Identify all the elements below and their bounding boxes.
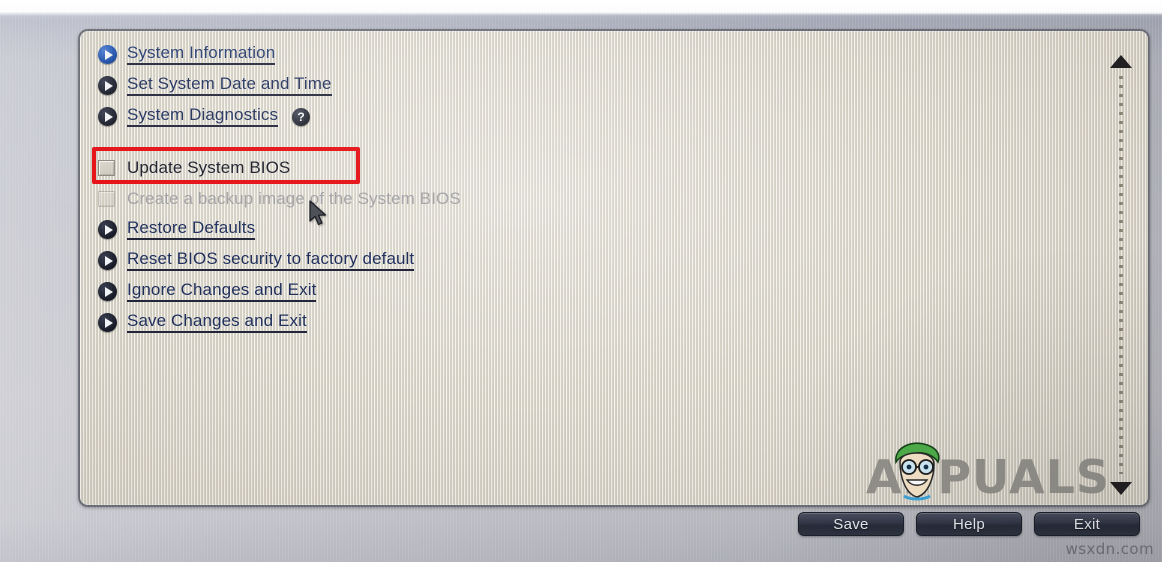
menu-item-set-system-date-and-time[interactable]: Set System Date and Time bbox=[94, 70, 994, 101]
bios-main-panel: System Information Set System Date and T… bbox=[78, 29, 1150, 507]
menu-item-label: System Information bbox=[127, 43, 276, 65]
menu-item-label: Restore Defaults bbox=[127, 218, 256, 240]
checkbox-icon bbox=[98, 190, 115, 207]
save-button[interactable]: Save bbox=[798, 512, 904, 536]
play-bullet-icon bbox=[98, 282, 117, 301]
menu-item-system-information[interactable]: System Information bbox=[94, 39, 994, 70]
menu-item-label: System Diagnostics bbox=[127, 105, 279, 127]
checkbox-icon[interactable] bbox=[98, 159, 115, 176]
menu-item-update-system-bios[interactable]: Update System BIOS bbox=[94, 152, 994, 183]
appuals-wordmark: APPUALS bbox=[866, 450, 1111, 504]
bios-screenshot: System Information Set System Date and T… bbox=[0, 0, 1162, 562]
play-bullet-icon bbox=[98, 251, 117, 270]
menu-item-save-changes-and-exit[interactable]: Save Changes and Exit bbox=[94, 307, 994, 338]
play-bullet-icon bbox=[98, 313, 117, 332]
menu-item-label: Ignore Changes and Exit bbox=[127, 280, 317, 302]
bios-menu-list: System Information Set System Date and T… bbox=[94, 39, 994, 338]
appuals-mascot-icon bbox=[895, 442, 940, 501]
menu-item-label: Set System Date and Time bbox=[127, 74, 332, 96]
menu-item-label: Save Changes and Exit bbox=[127, 311, 307, 333]
appuals-watermark: APPUALS bbox=[866, 442, 1111, 504]
help-button[interactable]: Help bbox=[916, 512, 1022, 536]
menu-item-system-diagnostics[interactable]: System Diagnostics ? bbox=[94, 101, 994, 132]
source-watermark: wsxdn.com bbox=[1065, 540, 1154, 558]
play-bullet-icon bbox=[98, 76, 117, 95]
help-question-icon[interactable]: ? bbox=[292, 107, 311, 126]
bios-button-bar: Save Help Exit bbox=[798, 512, 1140, 536]
menu-item-reset-bios-security[interactable]: Reset BIOS security to factory default bbox=[94, 245, 994, 276]
menu-item-label: Reset BIOS security to factory default bbox=[127, 249, 415, 271]
menu-item-label: Update System BIOS bbox=[127, 157, 291, 177]
play-bullet-icon bbox=[98, 220, 117, 239]
scroll-up-arrow-icon[interactable] bbox=[1110, 55, 1132, 68]
scrollbar-track[interactable] bbox=[1119, 76, 1123, 474]
vertical-scrollbar[interactable] bbox=[1108, 55, 1134, 495]
play-bullet-icon bbox=[98, 107, 117, 126]
scroll-down-arrow-icon[interactable] bbox=[1110, 482, 1132, 495]
menu-item-create-backup-image: Create a backup image of the System BIOS bbox=[94, 183, 994, 214]
menu-item-label: Create a backup image of the System BIOS bbox=[127, 188, 461, 208]
play-bullet-icon bbox=[98, 45, 117, 64]
menu-spacer bbox=[94, 132, 994, 152]
mouse-pointer-icon bbox=[309, 200, 327, 226]
menu-item-ignore-changes-and-exit[interactable]: Ignore Changes and Exit bbox=[94, 276, 994, 307]
exit-button[interactable]: Exit bbox=[1034, 512, 1140, 536]
menu-item-restore-defaults[interactable]: Restore Defaults bbox=[94, 214, 994, 245]
